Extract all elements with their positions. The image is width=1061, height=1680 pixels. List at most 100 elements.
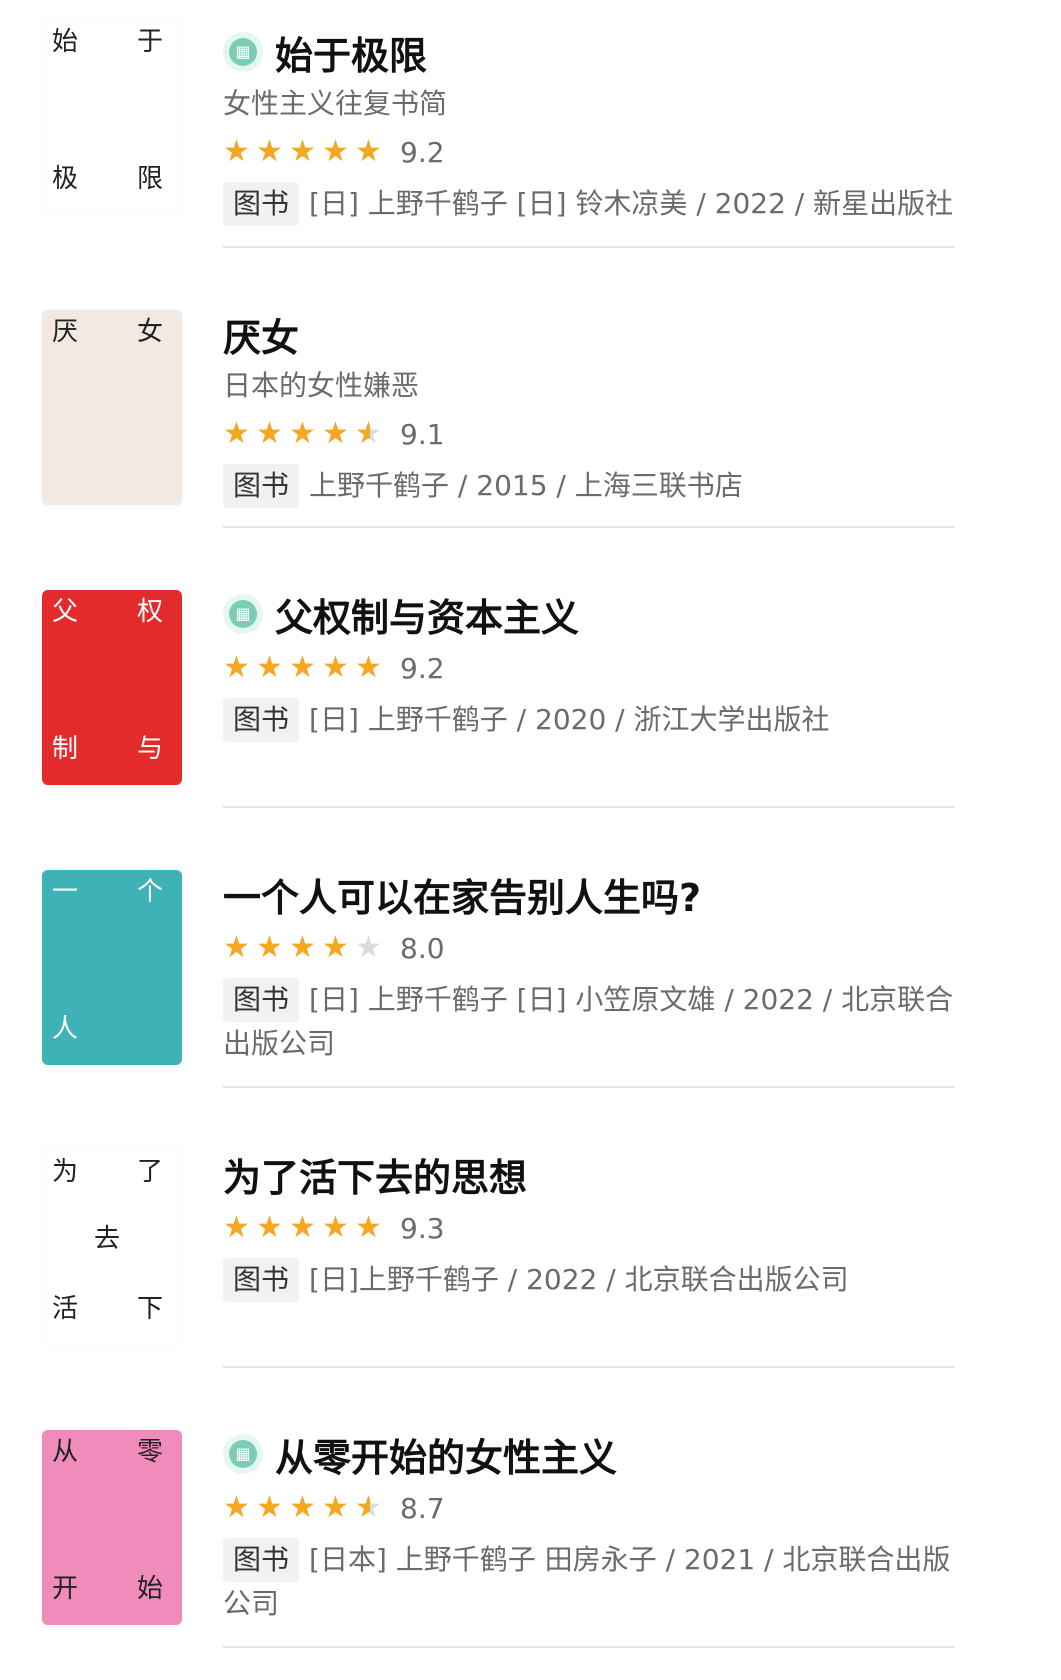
rating-row: ★ ★ ★ ★ ★ ★ 8.7	[223, 1484, 1021, 1532]
cover-glyph: 于	[137, 27, 164, 57]
title-row: ▦ 从零开始的女性主义	[223, 1428, 1021, 1480]
book-cover[interactable]: 父 权制 与	[42, 590, 182, 785]
book-info: ▦ 始于极限 女性主义往复书简 ★ ★ ★ ★ ★ 9.2 图书 [日] 上野千鹤子 [日] 铃木凉…	[223, 26, 1021, 226]
book-info: 为了活下去的思想 ★ ★ ★ ★ ★ 9.3 图书 [日]上野千鹤子 / 2022 / 北京联合…	[223, 1148, 1021, 1302]
rating-row: ★ ★ ★ ★ ★ 9.2	[223, 128, 1021, 176]
category-tag: 图书	[223, 978, 300, 1022]
star-icon: ★	[223, 1210, 250, 1245]
cover-glyph: 零	[137, 1437, 164, 1467]
star-icon: ★	[256, 650, 283, 685]
book-meta: 图书 [日本] 上野千鹤子 田房永子 / 2021 / 北京联合出版公司	[223, 1538, 967, 1626]
star-icon: ★	[322, 134, 349, 169]
cover-glyph: 去	[94, 1224, 121, 1254]
star-icon: ★	[223, 416, 250, 451]
cover-glyph: 人	[52, 1014, 79, 1044]
divider	[223, 526, 955, 528]
cover-glyph: 女	[137, 317, 164, 347]
rating-row: ★ ★ ★ ★ ★ 9.2	[223, 644, 1021, 692]
book-subtitle: 日本的女性嫌恶	[223, 369, 420, 402]
book-item[interactable]: 为了活下去为了活下去的思想 ★ ★ ★ ★ ★ 9.3 图书 [日]上野千鹤子 / 2022 /…	[0, 1120, 1061, 1400]
cover-glyph: 限	[137, 164, 164, 194]
book-cover[interactable]: 一 个人	[42, 870, 182, 1065]
star-icon: ★	[223, 134, 250, 169]
book-meta: 图书 [日] 上野千鹤子 [日] 铃木凉美 / 2022 / 新星出版社	[223, 182, 967, 226]
book-info: 一个人可以在家告别人生吗? ★ ★ ★ ★ ★ 8.0 图书 [日] 上野千鹤子 [日] 小笠原…	[223, 868, 1021, 1066]
rating-row: ★ ★ ★ ★ ★ 8.0	[223, 924, 1021, 972]
star-icon: ★	[289, 930, 316, 965]
rating-score: 8.7	[400, 1491, 445, 1525]
book-item[interactable]: 始于极限 ▦ 始于极限 女性主义往复书简 ★ ★ ★ ★ ★ 9.2 图书 [日] 上野千鹤子 [日]…	[0, 0, 1061, 280]
book-item[interactable]: 父权制与 ▦ 父权制与资本主义 ★ ★ ★ ★ ★ 9.2 图书 [日] 上野千鹤子 / 2020 …	[0, 560, 1061, 840]
star-icon: ★	[289, 650, 316, 685]
category-tag: 图书	[223, 698, 300, 742]
cover-glyph: 与	[137, 734, 164, 764]
book-meta: 图书 [日] 上野千鹤子 / 2020 / 浙江大学出版社	[223, 698, 967, 742]
star-icon: ★ ★	[355, 1490, 382, 1525]
category-tag: 图书	[223, 464, 300, 508]
cover-glyph: 从	[52, 1437, 79, 1467]
cover-glyph: 始	[137, 1574, 164, 1604]
star-icon: ★	[355, 930, 382, 965]
star-icon: ★	[223, 930, 250, 965]
rating-row: ★ ★ ★ ★ ★ 9.3	[223, 1204, 1021, 1252]
cover-glyph: 制	[52, 734, 79, 764]
book-title[interactable]: 一个人可以在家告别人生吗?	[223, 867, 701, 922]
book-title[interactable]: 始于极限	[275, 25, 427, 80]
book-meta-text: [日本] 上野千鹤子 田房永子 / 2021 / 北京联合出版公司	[223, 1543, 951, 1620]
divider	[223, 806, 955, 808]
book-cover[interactable]: 始 于极 限	[42, 20, 182, 215]
divider	[223, 1366, 955, 1368]
category-tag: 图书	[223, 182, 300, 226]
book-title[interactable]: 从零开始的女性主义	[275, 1427, 617, 1482]
book-info: ▦ 从零开始的女性主义 ★ ★ ★ ★ ★ ★ 8.7 图书 [日本] 上野千鹤子 田房永子 / 2…	[223, 1428, 1021, 1626]
book-icon-glyph: ▦	[229, 600, 257, 628]
star-icon: ★	[256, 416, 283, 451]
cover-glyph: 权	[137, 597, 164, 627]
title-row: 厌女	[223, 308, 1021, 360]
star-icon: ★	[322, 930, 349, 965]
star-icon: ★	[223, 650, 250, 685]
star-icon: ★	[355, 1210, 382, 1245]
book-cover[interactable]: 从 零开 始	[42, 1430, 182, 1625]
rating-score: 9.2	[400, 135, 445, 169]
star-icon: ★	[289, 1490, 316, 1525]
star-icon: ★ ★	[355, 416, 382, 451]
cover-glyph: 始	[52, 27, 79, 57]
book-cover[interactable]: 为 了活 下 去	[42, 1150, 182, 1345]
cover-glyph: 下	[137, 1294, 164, 1324]
book-cover[interactable]: 厌女	[42, 310, 182, 505]
book-icon: ▦	[223, 1434, 263, 1474]
book-meta-text: 上野千鹤子 / 2015 / 上海三联书店	[309, 469, 743, 502]
cover-glyph: 开	[52, 1574, 79, 1604]
star-icon: ★	[223, 1490, 250, 1525]
book-title[interactable]: 父权制与资本主义	[275, 587, 579, 642]
divider	[223, 1646, 955, 1648]
cover-glyph: 极	[52, 164, 79, 194]
book-meta: 图书 上野千鹤子 / 2015 / 上海三联书店	[223, 464, 967, 508]
cover-glyph: 父	[52, 597, 79, 627]
book-item[interactable]: 一个人一个人可以在家告别人生吗? ★ ★ ★ ★ ★ 8.0 图书 [日] 上野千鹤子 [日] …	[0, 840, 1061, 1120]
book-icon: ▦	[223, 594, 263, 634]
star-icon: ★	[289, 134, 316, 169]
book-subtitle: 女性主义往复书简	[223, 87, 448, 120]
book-info: ▦ 父权制与资本主义 ★ ★ ★ ★ ★ 9.2 图书 [日] 上野千鹤子 / 2020 / 浙江…	[223, 588, 1021, 742]
book-meta: 图书 [日] 上野千鹤子 [日] 小笠原文雄 / 2022 / 北京联合出版公司	[223, 978, 967, 1066]
star-icon: ★	[289, 416, 316, 451]
book-title[interactable]: 为了活下去的思想	[223, 1147, 527, 1202]
title-row: 一个人可以在家告别人生吗?	[223, 868, 1021, 920]
book-icon-glyph: ▦	[229, 1440, 257, 1468]
rating-score: 9.2	[400, 651, 445, 685]
category-tag: 图书	[223, 1538, 300, 1582]
star-icon: ★	[322, 1490, 349, 1525]
rating-score: 9.1	[400, 417, 445, 451]
rating-score: 8.0	[400, 931, 445, 965]
star-icon: ★	[256, 134, 283, 169]
cover-glyph: 个	[137, 877, 164, 907]
title-row: ▦ 始于极限	[223, 26, 1021, 78]
title-row: 为了活下去的思想	[223, 1148, 1021, 1200]
book-item[interactable]: 厌女厌女 日本的女性嫌恶 ★ ★ ★ ★ ★ ★ 9.1 图书 上野千鹤子 / 2015 / 上海三…	[0, 280, 1061, 560]
book-title[interactable]: 厌女	[223, 307, 299, 362]
star-icon: ★	[322, 650, 349, 685]
book-meta-text: [日] 上野千鹤子 [日] 铃木凉美 / 2022 / 新星出版社	[309, 187, 954, 220]
book-item[interactable]: 从零开始 ▦ 从零开始的女性主义 ★ ★ ★ ★ ★ ★ 8.7 图书 [日本] 上野千鹤子 田房永子…	[0, 1400, 1061, 1680]
